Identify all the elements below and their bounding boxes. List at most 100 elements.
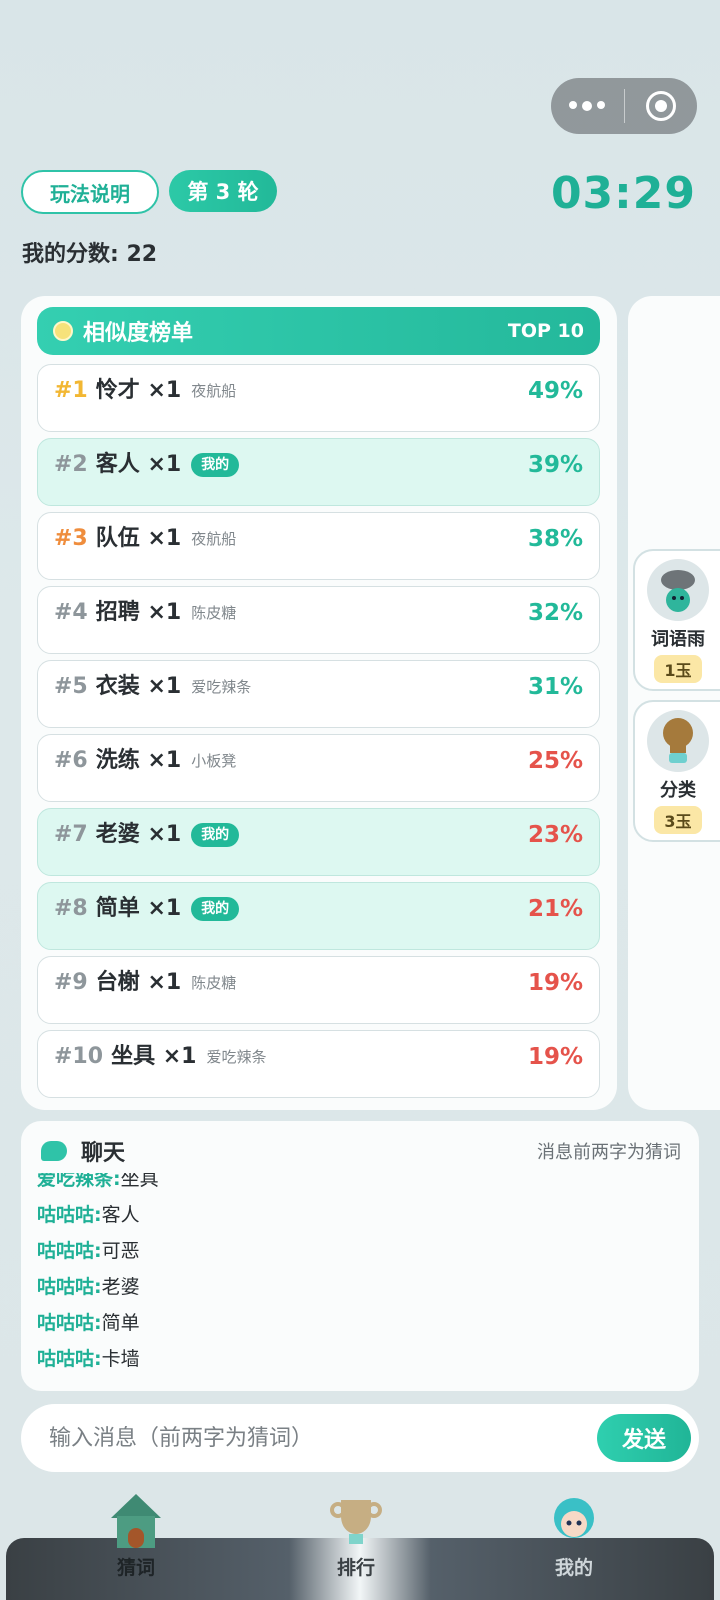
- more-dots-icon: [569, 101, 606, 111]
- miniprogram-capsule: [551, 78, 697, 134]
- row-user: 爱吃辣条: [191, 678, 252, 696]
- leaderboard-row: #3 队伍 ×1 夜航船 38%: [37, 512, 600, 580]
- row-word: 台榭 ×1: [95, 970, 182, 995]
- send-button[interactable]: 发送: [597, 1414, 691, 1462]
- row-rank: #1: [54, 378, 88, 403]
- mine-tag: 我的: [191, 897, 240, 921]
- message-sender: 咕咕咕:: [37, 1347, 102, 1370]
- close-miniprogram-button[interactable]: [625, 78, 698, 134]
- row-word: 队伍 ×1: [95, 526, 182, 551]
- house-icon: [108, 1493, 164, 1549]
- leaderboard-row: #10 坐具 ×1 爱吃辣条 19%: [37, 1030, 600, 1098]
- leaderboard-row: #1 怜才 ×1 夜航船 49%: [37, 364, 600, 432]
- row-rank: #9: [54, 970, 88, 995]
- row-rank: #7: [54, 822, 88, 847]
- row-word: 客人 ×1: [95, 452, 182, 477]
- row-similarity: 32%: [527, 600, 583, 626]
- message-text: 客人: [101, 1203, 140, 1226]
- message-input[interactable]: [49, 1425, 597, 1451]
- row-word: 招聘 ×1: [95, 600, 182, 625]
- leaderboard-row: #2 客人 ×1 我的 39%: [37, 438, 600, 506]
- row-similarity: 25%: [527, 748, 583, 774]
- message-sender: 爱吃辣条:: [37, 1173, 121, 1190]
- row-word: 简单 ×1: [95, 896, 182, 921]
- row-user: 陈皮糖: [191, 604, 237, 622]
- row-rank: #8: [54, 896, 88, 921]
- tab-guess[interactable]: 猜词: [56, 1486, 216, 1600]
- row-word: 怜才 ×1: [95, 378, 182, 403]
- my-score: 我的分数: 22: [22, 242, 158, 267]
- tab-label: 我的: [554, 1557, 593, 1579]
- chat-header: 聊天 消息前两字为猜词: [41, 1135, 681, 1167]
- row-similarity: 39%: [527, 452, 583, 478]
- row-similarity: 49%: [527, 378, 583, 404]
- leaderboard-row: #8 简单 ×1 我的 21%: [37, 882, 600, 950]
- chat-message: 咕咕咕: 老婆: [37, 1267, 683, 1303]
- row-user: 陈皮糖: [191, 974, 237, 992]
- tool-name: 分类: [660, 780, 696, 801]
- trophy-icon: [328, 1493, 384, 1549]
- message-sender: 咕咕咕:: [37, 1203, 102, 1226]
- leaderboard-header: 相似度榜单 TOP 10: [37, 307, 600, 355]
- row-word: 老婆 ×1: [95, 822, 182, 847]
- leaderboard-row: #6 洗练 ×1 小板凳 25%: [37, 734, 600, 802]
- message-sender: 咕咕咕:: [37, 1239, 102, 1262]
- tab-label: 猜词: [116, 1557, 155, 1579]
- tool-category[interactable]: 分类 3玉: [633, 700, 720, 842]
- message-text: 可恶: [101, 1239, 140, 1262]
- row-similarity: 19%: [527, 1044, 583, 1070]
- row-similarity: 21%: [527, 896, 583, 922]
- chat-hint: 消息前两字为猜词: [537, 1142, 681, 1163]
- chat-panel: 聊天 消息前两字为猜词 爱吃辣条: 坐具 咕咕咕: 客人 咕咕咕: 可恶 咕咕咕: 老婆 咕咕咕…: [21, 1121, 699, 1391]
- tool-name: 词语雨: [651, 629, 705, 650]
- message-text: 老婆: [101, 1275, 140, 1298]
- chat-message: 爱吃辣条: 坐具: [37, 1173, 683, 1195]
- more-menu-button[interactable]: [551, 78, 624, 134]
- row-rank: #5: [54, 674, 88, 699]
- row-similarity: 19%: [527, 970, 583, 996]
- row-rank: #2: [54, 452, 88, 477]
- mine-tag: 我的: [191, 823, 240, 847]
- tab-ranking[interactable]: 排行: [276, 1486, 436, 1600]
- countdown-timer: 03:29: [550, 168, 696, 219]
- tool-word-rain[interactable]: 词语雨 1玉: [633, 549, 720, 691]
- chat-message: 咕咕咕: 可恶: [37, 1231, 683, 1267]
- tab-mine[interactable]: 我的: [494, 1486, 654, 1600]
- row-user: 夜航船: [191, 530, 237, 548]
- row-rank: #3: [54, 526, 88, 551]
- message-input-bar: 发送: [21, 1404, 699, 1472]
- chat-message: 咕咕咕: 卡墙: [37, 1339, 683, 1375]
- tool-cost: 1玉: [654, 655, 702, 683]
- cloud-rain-icon: [647, 559, 709, 621]
- message-text: 简单: [101, 1311, 140, 1334]
- rules-button[interactable]: 玩法说明: [21, 170, 159, 214]
- row-user: 爱吃辣条: [206, 1048, 267, 1066]
- chat-message: 咕咕咕: 客人: [37, 1195, 683, 1231]
- round-badge: 第 3 轮: [169, 170, 277, 212]
- row-word: 洗练 ×1: [95, 748, 182, 773]
- message-text: 坐具: [120, 1173, 159, 1190]
- leaderboard-row: #9 台榭 ×1 陈皮糖 19%: [37, 956, 600, 1024]
- row-user: 小板凳: [191, 752, 237, 770]
- avatar-icon: [546, 1493, 602, 1549]
- row-rank: #6: [54, 748, 88, 773]
- top-label: TOP 10: [507, 320, 584, 342]
- leaderboard-rows: #1 怜才 ×1 夜航船 49% #2 客人 ×1 我的 39% #3 队伍 ×1 夜航船 38% #4…: [37, 364, 600, 1104]
- tab-bar: 猜词 排行 我的: [6, 1486, 714, 1600]
- target-icon: [645, 91, 676, 121]
- row-rank: #4: [54, 600, 88, 625]
- lightbulb-icon: [53, 321, 73, 341]
- row-word: 坐具 ×1: [111, 1044, 197, 1069]
- chat-messages[interactable]: 爱吃辣条: 坐具 咕咕咕: 客人 咕咕咕: 可恶 咕咕咕: 老婆 咕咕咕: 简单 咕咕咕: 卡墙: [37, 1173, 683, 1381]
- row-word: 衣装 ×1: [95, 674, 182, 699]
- leaderboard-row: #5 衣装 ×1 爱吃辣条 31%: [37, 660, 600, 728]
- chat-message: 咕咕咕: 简单: [37, 1303, 683, 1339]
- message-sender: 咕咕咕:: [37, 1275, 102, 1298]
- row-rank: #10: [54, 1044, 104, 1069]
- chat-title: 聊天: [81, 1141, 126, 1166]
- row-user: 夜航船: [191, 382, 237, 400]
- tool-cost: 3玉: [654, 806, 702, 834]
- mine-tag: 我的: [191, 453, 240, 477]
- row-similarity: 38%: [527, 526, 583, 552]
- leaderboard-row: #7 老婆 ×1 我的 23%: [37, 808, 600, 876]
